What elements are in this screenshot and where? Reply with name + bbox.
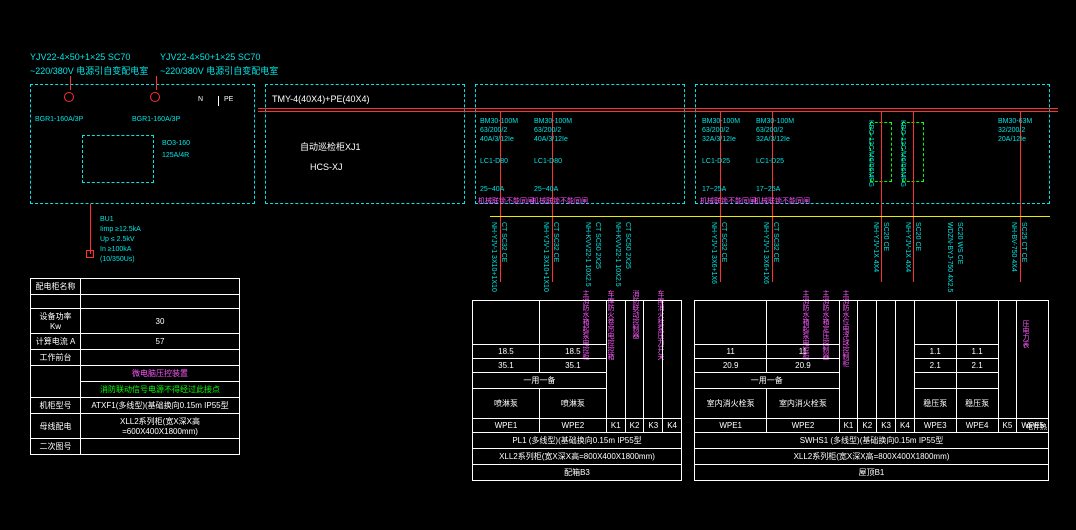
cable1-source: ~220/380V 电源引自变配电室: [30, 64, 148, 77]
cable-g5b: NH-BV-750 4X4: [1010, 222, 1017, 272]
ats-box: [82, 135, 154, 183]
ctrl-cable-k1: NH-KVV22-1 10X2.5: [584, 222, 591, 287]
cable-g2a: NH-YJV-1 3X6+1X6: [710, 222, 717, 284]
config-title: 微电脑压控装置: [81, 366, 240, 382]
row-label: 配电柜名称: [31, 279, 81, 295]
cable-g1a: NH-YJV-1 3X10+1X10: [490, 222, 497, 292]
ats-model: BO3-160: [162, 140, 190, 147]
brk-g1b: BM30-100M: [534, 118, 572, 125]
pe-label: PE: [224, 96, 233, 103]
panel2-name: 屋顶B1: [695, 465, 1049, 481]
load-table-2: 11111.11.1 20.920.92.12.1 一用一备 室内消火栓泵室内消…: [694, 300, 1049, 481]
panel1-name: 配箱B3: [473, 465, 682, 481]
thermal-g1a: 25~40A: [480, 186, 504, 193]
control-tie-line: [490, 216, 1050, 217]
cable2-spec: YJV22-4×50+1×25 SC70: [160, 52, 260, 62]
busbar-label: TMY-4(40X4)+PE(40X4): [272, 94, 369, 104]
ats-rating: 125A/4R: [162, 152, 189, 159]
ctrl-cable-k2: NH-KVV22-1 10X2.5: [614, 222, 621, 287]
summary-table: 配电柜名称 设备功率Kw30 计算电流 A57 工作前台 微电脑压控装置 消防联…: [30, 278, 240, 455]
n-label: N: [198, 96, 203, 103]
load-table-1: 18.518.5 35.135.1 一用一备 喷淋泵喷淋泵 WPE1WPE2K1…: [472, 300, 682, 481]
cable-kbo2: NH-YJV-1X 4X4: [904, 222, 911, 272]
contactor-g1a: LC1-D80: [480, 158, 508, 165]
breaker1-label: BGR1-160A/3P: [35, 116, 83, 123]
group1-box: [475, 84, 685, 204]
cable2-source: ~220/380V 电源引自变配电室: [160, 64, 278, 77]
breaker2-label: BGR1-160A/3P: [132, 116, 180, 123]
cable-kbo1: NH-YJV-1X 4X4: [872, 222, 879, 272]
brk-g2a: BM30-100M: [702, 118, 740, 125]
thermal-g2a: 17~25A: [702, 186, 726, 193]
config-note: 消防联动信号电源不得经过此接点: [81, 382, 240, 398]
spd-iimp: Iimp ≥12.5kA: [100, 226, 141, 233]
cable-g2b: NH-YJV-1 3X6+1X6: [762, 222, 769, 284]
contactor-g2b: LC1-D25: [756, 158, 784, 165]
kbo1-label: KBO-12C/M6/06MFG: [867, 120, 874, 187]
thermal-note-g1b: 机械联锁不能同闸: [532, 196, 588, 206]
brk-g5: BM30-63M: [998, 118, 1032, 125]
cable1-spec: YJV22-4×50+1×25 SC70: [30, 52, 130, 62]
lamp-icon: [150, 92, 160, 102]
spd-icon: [86, 250, 94, 258]
spd-in: In ≥100kA: [100, 246, 131, 253]
cable-g1b: NH-YJV-1 3X10+1X10: [542, 222, 549, 292]
brk-g1a: BM30-100M: [480, 118, 518, 125]
thermal-note-g1a: 机械联锁不能同闸: [478, 196, 534, 206]
spd-up: Up ≤ 2.5kV: [100, 236, 135, 243]
brk-g2b: BM30-100M: [756, 118, 794, 125]
contactor-g1b: LC1-D80: [534, 158, 562, 165]
wpe5-load: 电伴热: [1026, 422, 1047, 432]
contactor-g2a: LC1-D25: [702, 158, 730, 165]
spd-wave: (10/350Us): [100, 256, 135, 263]
thermal-g1b: 25~40A: [534, 186, 558, 193]
thermal-g2b: 17~25A: [756, 186, 780, 193]
spd-name: BU1: [100, 216, 114, 223]
auto-inspect-model: HCS-XJ: [310, 162, 343, 172]
kbo2-label: KBO-12C/M6/06MFG: [899, 120, 906, 187]
cable-g5a: WDZN-BYJ-750 4X2.5: [946, 222, 953, 292]
lamp-icon: [64, 92, 74, 102]
auto-inspect-title: 自动巡检柜XJ1: [300, 140, 361, 153]
